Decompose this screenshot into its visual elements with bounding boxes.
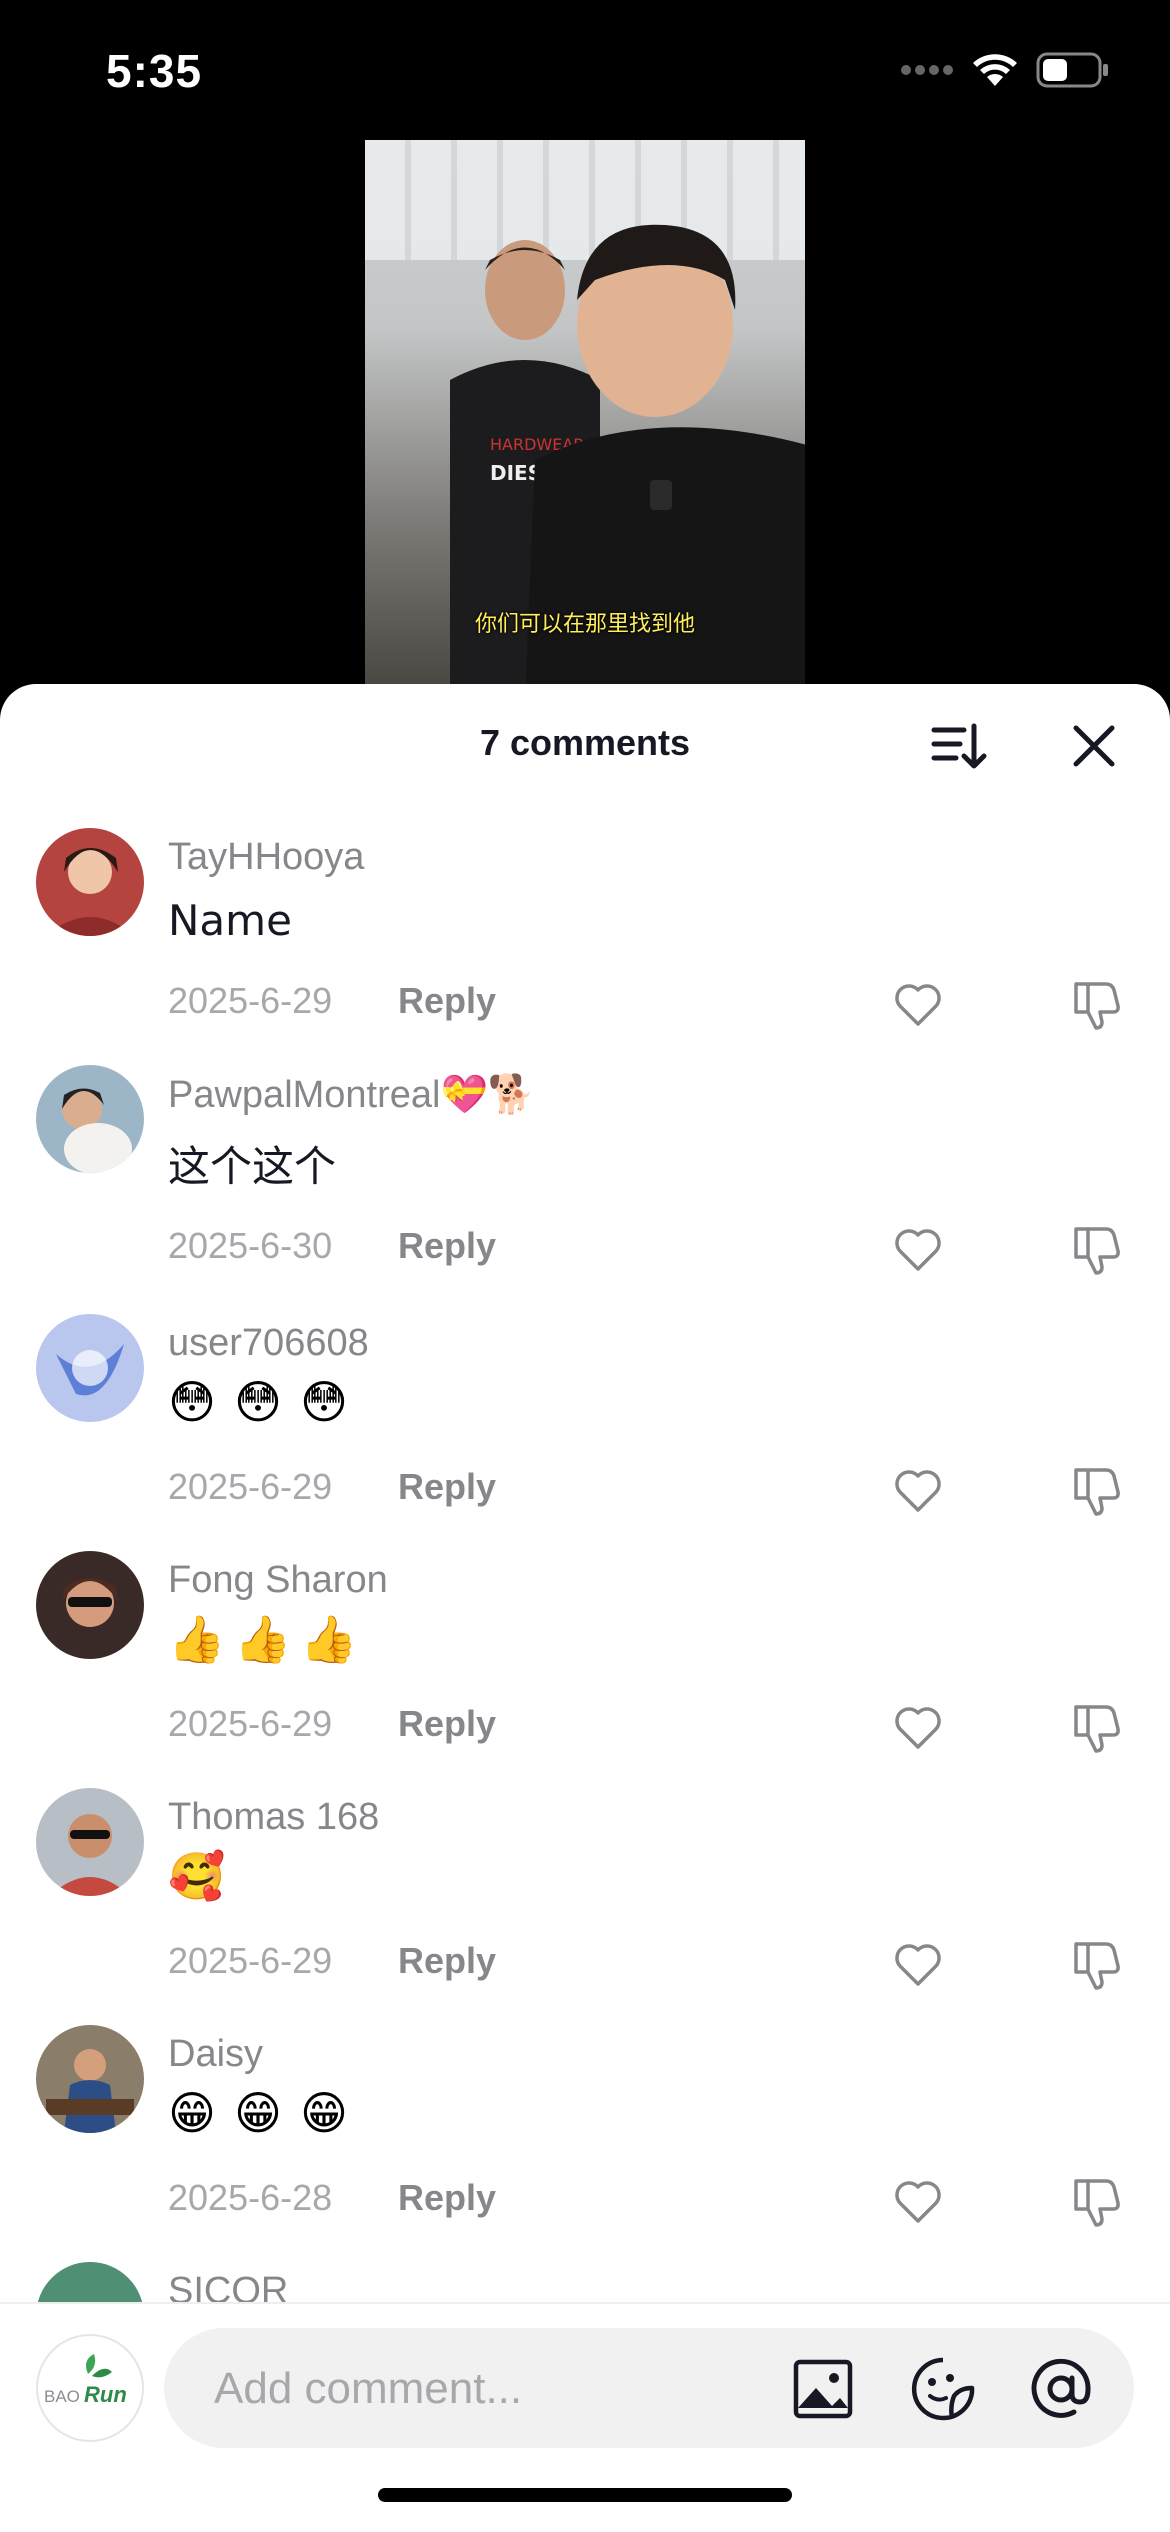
sticker-icon[interactable] — [910, 2356, 976, 2422]
image-icon[interactable] — [790, 2356, 856, 2422]
heart-icon[interactable] — [890, 1699, 946, 1755]
thumbs-down-icon[interactable] — [1068, 1219, 1124, 1277]
comments-count-title: 7 comments — [479, 722, 691, 763]
comment-item: user706608 😳 😳 😳 2025-6-29 Reply — [0, 1310, 1170, 1547]
comment-date: 2025-6-29 — [168, 1940, 333, 1981]
grinning-emoji: 😁 — [234, 2086, 282, 2140]
comment-username[interactable]: TayHHooya — [168, 836, 364, 879]
heart-icon[interactable] — [890, 1221, 946, 1277]
reply-button[interactable]: Reply — [398, 2177, 496, 2219]
flushed-emoji: 😳 — [168, 1375, 216, 1429]
thumbs-up-emoji: 👍 — [300, 1612, 358, 1666]
my-avatar[interactable]: BAO Run — [36, 2334, 144, 2442]
signal-dots-icon — [901, 65, 953, 75]
heart-icon[interactable] — [890, 2173, 946, 2229]
thumbs-down-icon[interactable] — [1068, 2171, 1124, 2229]
avatar[interactable] — [36, 1788, 144, 1896]
comment-item: Daisy 😁 😁 😁 2025-6-28 Reply — [0, 2021, 1170, 2258]
comment-item: Fong Sharon 👍 👍 👍 2025-6-29 Reply — [0, 1547, 1170, 1784]
thumbs-down-icon[interactable] — [1068, 974, 1124, 1032]
status-bar: 5:35 — [0, 0, 1170, 140]
mention-icon[interactable] — [1028, 2356, 1094, 2422]
avatar[interactable] — [36, 1065, 144, 1173]
avatar[interactable] — [36, 1551, 144, 1659]
comment-list[interactable]: TayHHooya Name 2025-6-29 Reply PawpalMon… — [0, 824, 1170, 2318]
comments-sheet: 7 comments TayHHooya Name 2025-6-29 Repl… — [0, 684, 1170, 2532]
video-player[interactable]: HARDWEAR DIESEL 你们可以在那里找到他 — [365, 140, 805, 684]
comment-meta: 2025-6-29 Reply — [168, 1703, 496, 1745]
comment-date: 2025-6-28 — [168, 2177, 333, 2218]
comment-date: 2025-6-29 — [168, 1703, 333, 1744]
flushed-emoji: 😳 — [300, 1375, 348, 1429]
status-time: 5:35 — [106, 45, 203, 97]
comment-username[interactable]: Thomas 168 — [168, 1796, 379, 1839]
comment-meta: 2025-6-29 Reply — [168, 1940, 496, 1982]
reply-button[interactable]: Reply — [398, 980, 496, 1022]
avatar[interactable] — [36, 2025, 144, 2133]
comment-date: 2025-6-29 — [168, 980, 333, 1021]
thumbs-up-emoji: 👍 — [234, 1612, 292, 1666]
comment-emoji-row: 🥰 — [168, 1848, 226, 1904]
comment-input-placeholder: Add comment... — [214, 2364, 523, 2413]
comment-meta: 2025-6-28 Reply — [168, 2177, 496, 2219]
reply-button[interactable]: Reply — [398, 1225, 496, 1267]
sheet-header: 7 comments — [0, 684, 1170, 804]
avatar[interactable] — [36, 828, 144, 936]
comment-username[interactable]: PawpalMontreal💝🐕 — [168, 1073, 535, 1117]
comment-item: TayHHooya Name 2025-6-29 Reply — [0, 824, 1170, 1061]
comment-username[interactable]: user706608 — [168, 1322, 369, 1365]
heart-icon[interactable] — [890, 976, 946, 1032]
comment-username[interactable]: Daisy — [168, 2033, 263, 2076]
heart-icon[interactable] — [890, 1936, 946, 1992]
reply-button[interactable]: Reply — [398, 1940, 496, 1982]
thumbs-down-icon[interactable] — [1068, 1460, 1124, 1518]
thumbs-up-emoji: 👍 — [168, 1612, 226, 1666]
comment-meta: 2025-6-30 Reply — [168, 1225, 496, 1267]
comment-meta: 2025-6-29 Reply — [168, 980, 496, 1022]
heart-icon[interactable] — [890, 1462, 946, 1518]
comment-date: 2025-6-29 — [168, 1466, 333, 1507]
comment-username[interactable]: Fong Sharon — [168, 1559, 388, 1602]
comment-item: Thomas 168 🥰 2025-6-29 Reply — [0, 1784, 1170, 2021]
thumbs-down-icon[interactable] — [1068, 1934, 1124, 1992]
comment-item: PawpalMontreal💝🐕 这个这个 2025-6-30 Reply — [0, 1061, 1170, 1310]
comment-date: 2025-6-30 — [168, 1225, 333, 1266]
comment-input[interactable]: Add comment... — [164, 2328, 1134, 2448]
sort-icon[interactable] — [928, 716, 988, 776]
comment-text: 这个这个 — [168, 1142, 337, 1191]
battery-icon — [1036, 52, 1108, 88]
comment-composer: BAO Run Add comment... — [0, 2302, 1170, 2532]
comment-emoji-row: 😁 😁 😁 — [168, 2085, 356, 2141]
avatar[interactable] — [36, 1314, 144, 1422]
status-icons — [900, 52, 1110, 88]
home-indicator — [378, 2488, 792, 2502]
grinning-emoji: 😁 — [300, 2086, 348, 2140]
thumbs-down-icon[interactable] — [1068, 1697, 1124, 1755]
grinning-emoji: 😁 — [168, 2086, 216, 2140]
video-subtitle: 你们可以在那里找到他 — [474, 612, 695, 637]
comment-emoji-row: 👍 👍 👍 — [168, 1611, 358, 1667]
wifi-icon — [973, 54, 1017, 86]
avatar-brand-2: Run — [84, 2382, 127, 2407]
reply-button[interactable]: Reply — [398, 1466, 496, 1508]
avatar-brand-1: BAO — [44, 2387, 80, 2406]
flushed-emoji: 😳 — [234, 1375, 282, 1429]
comment-emoji-row: 😳 😳 😳 — [168, 1374, 356, 1430]
close-icon[interactable] — [1064, 716, 1124, 776]
smiling-hearts-emoji: 🥰 — [168, 1849, 226, 1903]
comment-meta: 2025-6-29 Reply — [168, 1466, 496, 1508]
reply-button[interactable]: Reply — [398, 1703, 496, 1745]
comment-text: Name — [168, 896, 292, 945]
